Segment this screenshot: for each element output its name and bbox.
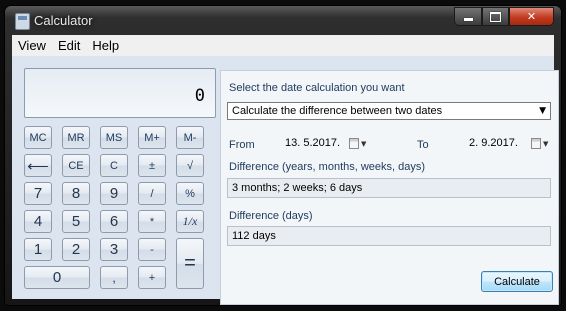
backspace-button[interactable]: ⟵ (24, 154, 52, 177)
calculate-button[interactable]: Calculate (481, 271, 553, 292)
menu-view[interactable]: View (12, 38, 52, 53)
to-label: To (417, 139, 429, 151)
percent-button[interactable]: % (176, 182, 204, 205)
title-bar[interactable]: Calculator ✕ (5, 6, 561, 34)
difference-days-field: 112 days (227, 226, 551, 246)
minus-button[interactable]: - (138, 238, 166, 261)
close-button[interactable]: ✕ (509, 7, 554, 26)
display-value: 0 (194, 86, 205, 106)
mc-button[interactable]: MC (24, 126, 52, 149)
digit-5-button[interactable]: 5 (62, 210, 90, 233)
minimize-icon (463, 18, 473, 21)
chevron-down-icon: ▼ (539, 106, 546, 116)
display: 0 (24, 68, 216, 118)
calculation-mode-value: Calculate the difference between two dat… (232, 105, 443, 117)
multiply-button[interactable]: * (138, 210, 166, 233)
calculation-prompt: Select the date calculation you want (229, 82, 405, 94)
sqrt-button[interactable]: √ (176, 154, 204, 177)
plus-button[interactable]: + (138, 266, 166, 289)
clear-button[interactable]: C (100, 154, 128, 177)
to-date-value: 2. 9.2017. (469, 137, 518, 149)
digit-9-button[interactable]: 9 (100, 182, 128, 205)
digit-8-button[interactable]: 8 (62, 182, 90, 205)
from-label: From (229, 139, 255, 151)
digit-0-button[interactable]: 0 (24, 266, 90, 289)
menu-bar: View Edit Help (12, 35, 554, 56)
digit-4-button[interactable]: 4 (24, 210, 52, 233)
difference-label: Difference (years, months, weeks, days) (229, 161, 426, 173)
maximize-button[interactable] (482, 7, 509, 26)
from-date-value: 13. 5.2017. (285, 137, 341, 149)
close-icon: ✕ (526, 10, 537, 23)
ms-button[interactable]: MS (100, 126, 128, 149)
maximize-icon (490, 11, 501, 22)
equals-button[interactable]: = (176, 238, 204, 289)
difference-days-value: 112 days (232, 230, 276, 242)
menu-help[interactable]: Help (86, 38, 125, 53)
digit-7-button[interactable]: 7 (24, 182, 52, 205)
m-plus-button[interactable]: M+ (138, 126, 166, 149)
m-minus-button[interactable]: M- (176, 126, 204, 149)
difference-days-label: Difference (days) (229, 210, 313, 222)
calculator-window: Calculator ✕ View Edit Help 0 MC MR MS M… (5, 6, 561, 305)
reciprocal-button[interactable]: 1/x (176, 210, 204, 233)
plus-minus-button[interactable]: ± (138, 154, 166, 177)
digit-6-button[interactable]: 6 (100, 210, 128, 233)
calculator-body: 0 MC MR MS M+ M- ⟵ CE C ± √ 7 8 9 / % 4 … (12, 56, 559, 305)
difference-result-field: 3 months; 2 weeks; 6 days (227, 178, 551, 198)
digit-2-button[interactable]: 2 (62, 238, 90, 261)
minimize-button[interactable] (454, 7, 482, 26)
digit-3-button[interactable]: 3 (100, 238, 128, 261)
calendar-icon[interactable]: ▼ (531, 138, 549, 150)
window-title: Calculator (34, 13, 93, 28)
calculator-icon (15, 13, 30, 30)
date-calculation-panel: Select the date calculation you want Cal… (220, 70, 559, 305)
calendar-icon[interactable]: ▼ (349, 138, 367, 150)
ce-button[interactable]: CE (62, 154, 90, 177)
menu-edit[interactable]: Edit (52, 38, 86, 53)
decimal-button[interactable]: , (100, 266, 128, 289)
digit-1-button[interactable]: 1 (24, 238, 52, 261)
divide-button[interactable]: / (138, 182, 166, 205)
window-controls: ✕ (454, 7, 554, 26)
difference-result-value: 3 months; 2 weeks; 6 days (232, 182, 363, 194)
mr-button[interactable]: MR (62, 126, 90, 149)
calculation-mode-select[interactable]: Calculate the difference between two dat… (227, 102, 551, 120)
